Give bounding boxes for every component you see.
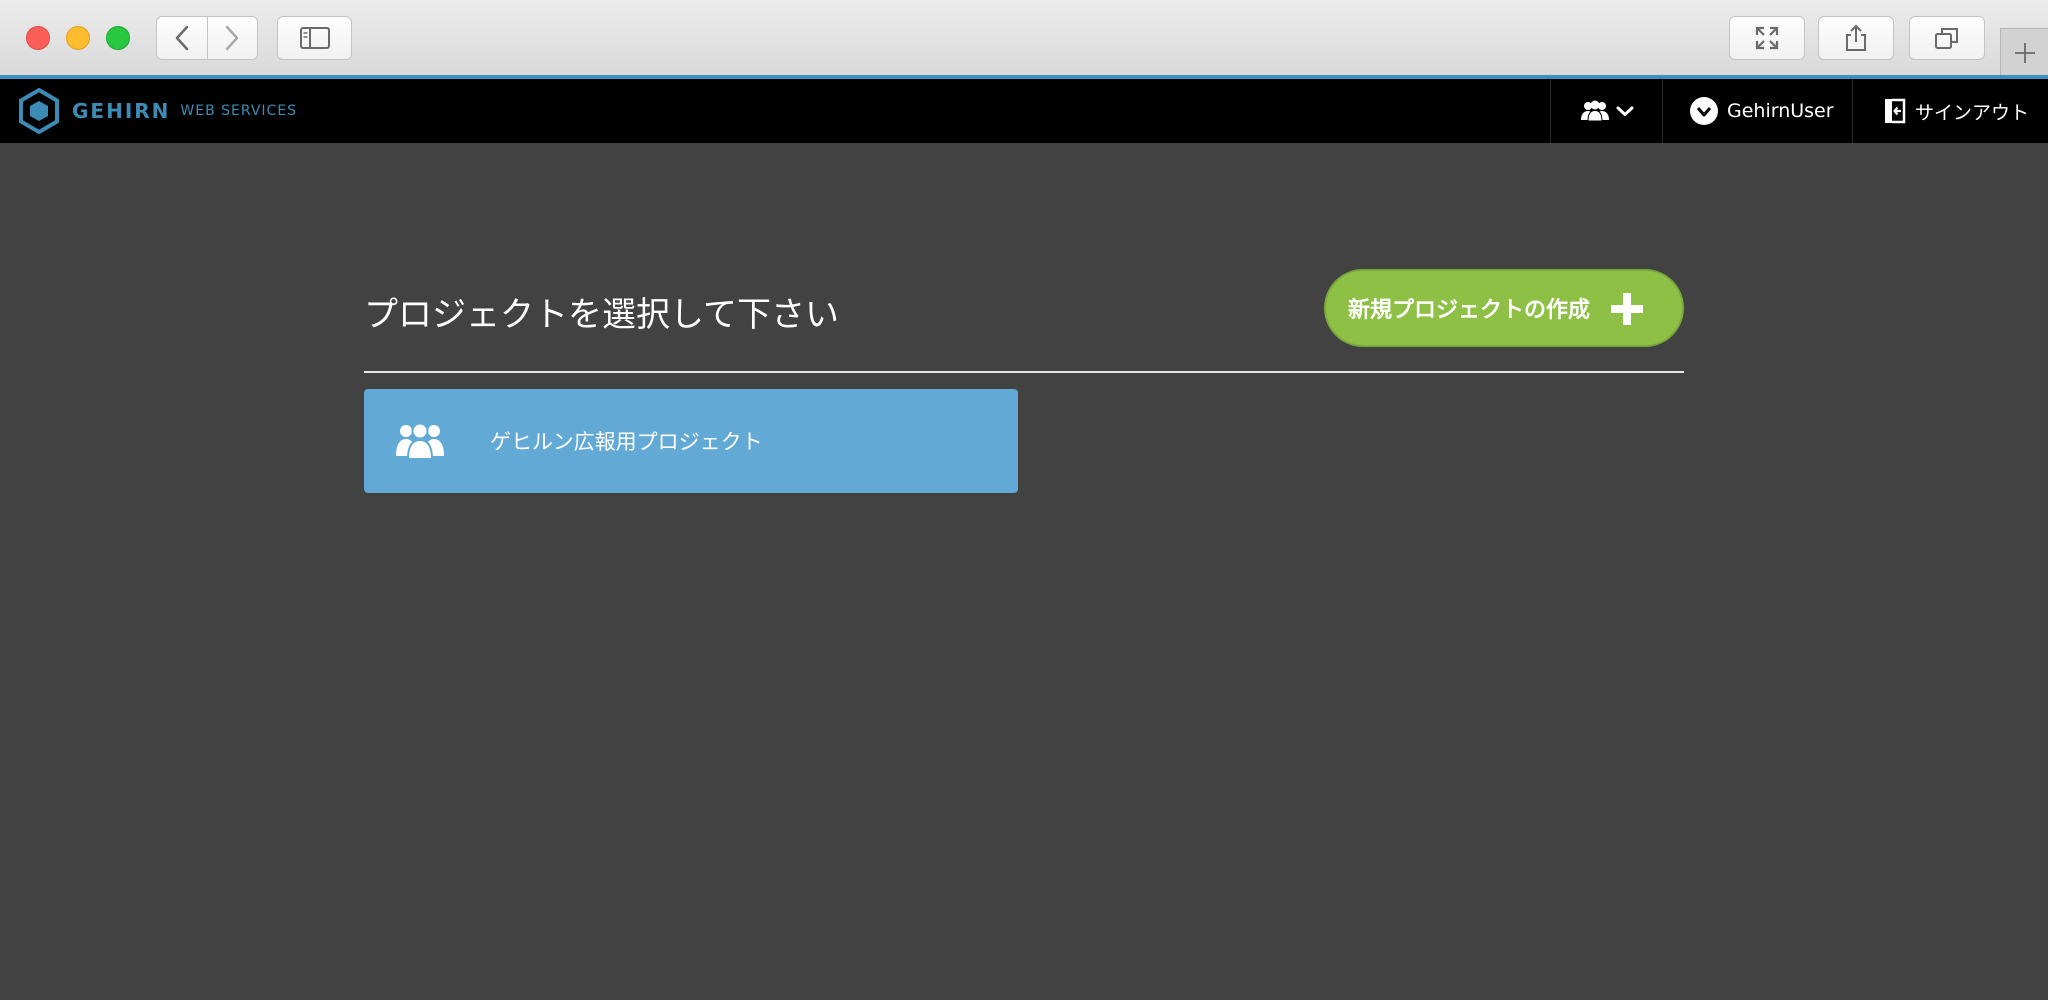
user-badge-icon	[1690, 97, 1718, 125]
team-switcher-dropdown[interactable]	[1550, 79, 1662, 143]
forward-button[interactable]	[206, 17, 258, 59]
user-menu[interactable]: GehirnUser	[1662, 79, 1852, 143]
navbar-right: GehirnUser サインアウト	[1550, 79, 2048, 143]
browser-toolbar	[0, 0, 2048, 76]
share-icon	[1846, 24, 1866, 51]
back-button[interactable]	[157, 17, 207, 59]
create-project-label: 新規プロジェクトの作成	[1348, 298, 1591, 323]
group-icon	[396, 423, 444, 459]
history-nav	[156, 16, 258, 60]
gehirn-logo[interactable]: GEHIRN WEB SERVICES	[18, 88, 298, 134]
chevron-down-icon	[1616, 106, 1633, 116]
zoom-window-button[interactable]	[106, 26, 130, 50]
signout-door-icon	[1885, 98, 1906, 124]
show-tabs-button[interactable]	[1909, 16, 1985, 60]
fullscreen-icon	[1755, 26, 1779, 50]
user-name: GehirnUser	[1727, 100, 1834, 122]
chevron-left-icon	[175, 25, 188, 51]
create-project-button[interactable]: 新規プロジェクトの作成	[1324, 269, 1684, 347]
close-window-button[interactable]	[26, 26, 50, 50]
new-tab-button[interactable]	[2000, 28, 2048, 76]
page-title: プロジェクトを選択して下さい	[364, 295, 839, 335]
project-name: ゲヒルン広報用プロジェクト	[490, 430, 763, 454]
chevron-right-icon	[226, 25, 239, 51]
signout-label: サインアウト	[1915, 101, 2030, 124]
minimize-window-button[interactable]	[66, 26, 90, 50]
tabs-icon	[1935, 28, 1958, 49]
project-card[interactable]: ゲヒルン広報用プロジェクト	[364, 389, 1018, 493]
app-navbar: GEHIRN WEB SERVICES GehirnUser サインアウト	[0, 79, 2048, 143]
logo-sub-text: WEB SERVICES	[180, 103, 298, 119]
signout-button[interactable]: サインアウト	[1852, 79, 2048, 143]
section-divider	[364, 371, 1684, 373]
sidebar-icon	[299, 27, 330, 49]
team-icon	[1580, 100, 1609, 122]
fullscreen-button[interactable]	[1729, 16, 1805, 60]
sidebar-toggle-button[interactable]	[277, 16, 352, 60]
plus-icon	[1611, 293, 1643, 325]
logo-brand-text: GEHIRN	[72, 99, 171, 123]
plus-icon	[2014, 42, 2035, 63]
hexagon-logo-icon	[19, 88, 59, 134]
share-button[interactable]	[1818, 16, 1894, 60]
